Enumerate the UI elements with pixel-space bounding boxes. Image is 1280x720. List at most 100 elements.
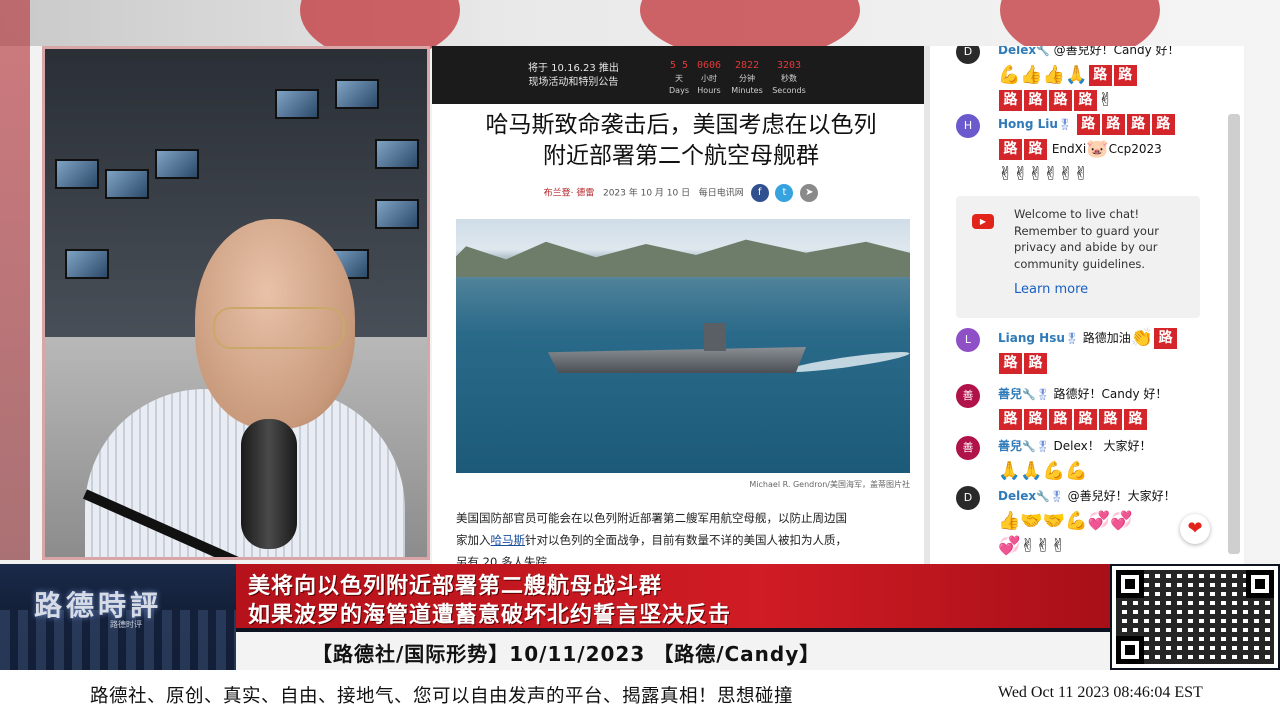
chat-message-body: Hong Liu🎖 路路路路 路路 EndXi🐷Ccp2023 ✌✌✌✌✌✌: [998, 112, 1206, 186]
pray-emoji-icon: 🙏: [1020, 460, 1043, 482]
headline-line-2: 如果波罗的海管道遭蓄意破坏北约誓言坚决反击: [248, 603, 732, 628]
chat-text: @善兒好！Candy 好！: [1053, 46, 1180, 57]
article-body-line: 美国国防部官员可能会在以色列附近部署第二艘军用航空母舰，以防止周边国: [456, 511, 847, 525]
victory-emoji-icon: ✌: [1043, 163, 1059, 184]
chat-message: H Hong Liu🎖 路路路路 路路 EndXi🐷Ccp2023 ✌✌✌✌✌✌: [956, 112, 1206, 186]
photo-caption: Michael R. Gendron/美国海军，盖蒂图片社: [749, 480, 910, 489]
chat-welcome-card: ▶ Welcome to live chat! Remember to guar…: [956, 196, 1200, 318]
victory-emoji-icon: ✌: [998, 163, 1014, 184]
article-title-line: 哈马斯致命袭击后，美国考虑在以色列: [485, 112, 877, 138]
countdown-label: 小时: [701, 74, 717, 83]
wrench-icon: 🔧: [1036, 490, 1050, 503]
body-text-span: 针对以色列的全面战争，目前有数量不详的美国人被扣为人质，: [525, 533, 847, 547]
victory-emoji-icon: ✌: [1035, 535, 1051, 556]
countdown-line: 将于 10.16.23 推出: [528, 63, 619, 74]
article-author[interactable]: 布兰登· 德雷: [544, 189, 595, 199]
chat-author[interactable]: Hong Liu: [998, 117, 1058, 131]
article-date: 2023 年 10 月 10 日: [602, 188, 691, 199]
lu-emote-icon: 路: [1151, 114, 1175, 135]
lu-emote-icon: 路: [1074, 409, 1097, 430]
countdown-value: 3203: [776, 60, 802, 71]
monitor-screen: [375, 199, 419, 229]
chat-scrollbar[interactable]: [1228, 114, 1240, 554]
thumbs-up-emoji-icon: 👍: [998, 510, 1021, 532]
monitor-screen: [275, 89, 319, 119]
avatar: H: [956, 114, 980, 138]
lu-emote-icon: 路: [1024, 353, 1047, 374]
lower-third: 路德時評 路德时评 美将向以色列附近部署第二艘航母战斗群 如果波罗的海管道遭蓄意…: [0, 564, 1280, 670]
pray-emoji-icon: 🙏: [998, 460, 1021, 482]
photo-aircraft-carrier: [548, 347, 806, 373]
learn-more-link[interactable]: Learn more: [1014, 282, 1088, 297]
article-body-line: 另有 20 多人失踪: [456, 555, 547, 564]
chat-message-body: Delex🔧🎖 @善兒好！大家好！ 👍🤝🤝💪💞💞 💞✌✌✌: [998, 484, 1206, 558]
lu-emote-icon: 路: [1074, 89, 1097, 111]
countdown-text: 将于 10.16.23 推出 现场活动和特别公告: [528, 62, 619, 90]
muscle-emoji-icon: 💪: [1042, 460, 1066, 482]
show-logo: 路德時評 路德时评: [0, 564, 236, 670]
heart-reaction-button[interactable]: ❤: [1180, 514, 1210, 544]
lu-emote-icon: 路: [999, 353, 1022, 374]
welcome-text: Welcome to live chat! Remember to guard …: [1014, 207, 1159, 271]
chat-text: @善兒好！大家好！: [1067, 489, 1176, 503]
article-body-line: 家加入哈马斯针对以色列的全面战争，目前有数量不详的美国人被扣为人质，: [456, 529, 914, 551]
lu-emote-icon: 路: [1154, 328, 1178, 349]
victory-emoji-icon: ✌: [1013, 163, 1029, 184]
youtube-icon: ▶: [972, 214, 994, 229]
avatar: 善: [956, 436, 980, 460]
countdown-label: 秒数: [781, 74, 797, 83]
facebook-share-icon[interactable]: f: [750, 184, 769, 202]
article-link[interactable]: 哈马斯: [491, 533, 526, 547]
chat-author[interactable]: Liang Hsu: [998, 331, 1065, 345]
lu-emote-icon: 路: [1099, 409, 1122, 430]
webcam-feed: [42, 46, 430, 560]
monitor-screen: [335, 79, 379, 109]
chat-message-body: 善兒🔧🎖 Delex！ 大家好！ 🙏🙏💪💪: [998, 434, 1206, 484]
chat-message-body: Delex🔧 @善兒好！Candy 好！ 💪👍👍🙏 路路 路路路路 ✌: [998, 46, 1206, 112]
member-badge-icon: 🎖: [1049, 490, 1064, 503]
hearts-emoji-icon: 💞: [998, 535, 1021, 556]
news-article: 将于 10.16.23 推出 现场活动和特别公告 5 5 天 Days 0606…: [432, 46, 930, 564]
chat-author[interactable]: 善兒: [998, 439, 1022, 453]
chat-message: 善 善兒🔧🎖 路德好！Candy 好！ 路路路路路路: [956, 382, 1206, 431]
qr-finder: [1116, 570, 1144, 598]
lu-emote-icon: 路: [999, 89, 1022, 111]
chat-author[interactable]: Delex: [998, 46, 1036, 57]
member-badge-icon: 🎖: [1035, 388, 1050, 401]
countdown-seconds: 3203 秒数 Seconds: [768, 60, 810, 95]
member-badge-icon: 🎖: [1057, 118, 1072, 131]
wrench-icon: 🔧: [1036, 46, 1050, 57]
article-title-line: 附近部署第二个航空母舰群: [543, 143, 819, 169]
photo-wake: [785, 348, 910, 376]
live-chat-panel: D Delex🔧 @善兒好！Candy 好！ 💪👍👍🙏 路路 路路路路 ✌ H Ho…: [930, 46, 1244, 564]
qr-finder: [1116, 636, 1144, 664]
photo-carrier-island: [704, 323, 726, 351]
avatar: 善: [956, 384, 980, 408]
logo-text: 路德時評: [34, 589, 163, 622]
chat-author[interactable]: Delex: [998, 489, 1036, 503]
background-left: [0, 0, 30, 560]
muscle-emoji-icon: 💪: [1065, 460, 1088, 482]
chat-message-body: 善兒🔧🎖 路德好！Candy 好！ 路路路路路路: [998, 382, 1206, 431]
microphone: [241, 419, 297, 549]
lu-emote-icon: 路: [1024, 409, 1047, 430]
victory-emoji-icon: ✌: [1058, 163, 1074, 184]
lu-emote-icon: 路: [1088, 65, 1112, 86]
twitter-share-icon[interactable]: t: [775, 184, 794, 202]
body-text-span: 家加入: [456, 533, 491, 547]
muscle-emoji-icon: 💪: [998, 64, 1021, 86]
wrench-icon: 🔧: [1022, 440, 1036, 453]
clap-emoji-icon: 👏: [1130, 327, 1154, 349]
chat-author[interactable]: 善兒: [998, 387, 1022, 401]
telegram-share-icon[interactable]: ➤: [800, 184, 819, 202]
monitor-screen: [55, 159, 99, 189]
thumbs-up-emoji-icon: 👍: [1020, 64, 1043, 86]
hearts-emoji-icon: 💞: [1087, 510, 1111, 532]
chat-text: 路德加油: [1082, 331, 1131, 345]
chat-message: 善 善兒🔧🎖 Delex！ 大家好！ 🙏🙏💪💪: [956, 434, 1206, 484]
countdown-value: 2822: [734, 60, 760, 71]
monitor-screen: [105, 169, 149, 199]
lu-emote-icon: 路: [999, 409, 1022, 430]
chat-text: Delex！ 大家好！: [1053, 439, 1152, 453]
bottom-ticker: 路德社、原创、真实、自由、接地气、您可以自由发声的平台、揭露真相！思想碰撞 We…: [0, 670, 1280, 720]
